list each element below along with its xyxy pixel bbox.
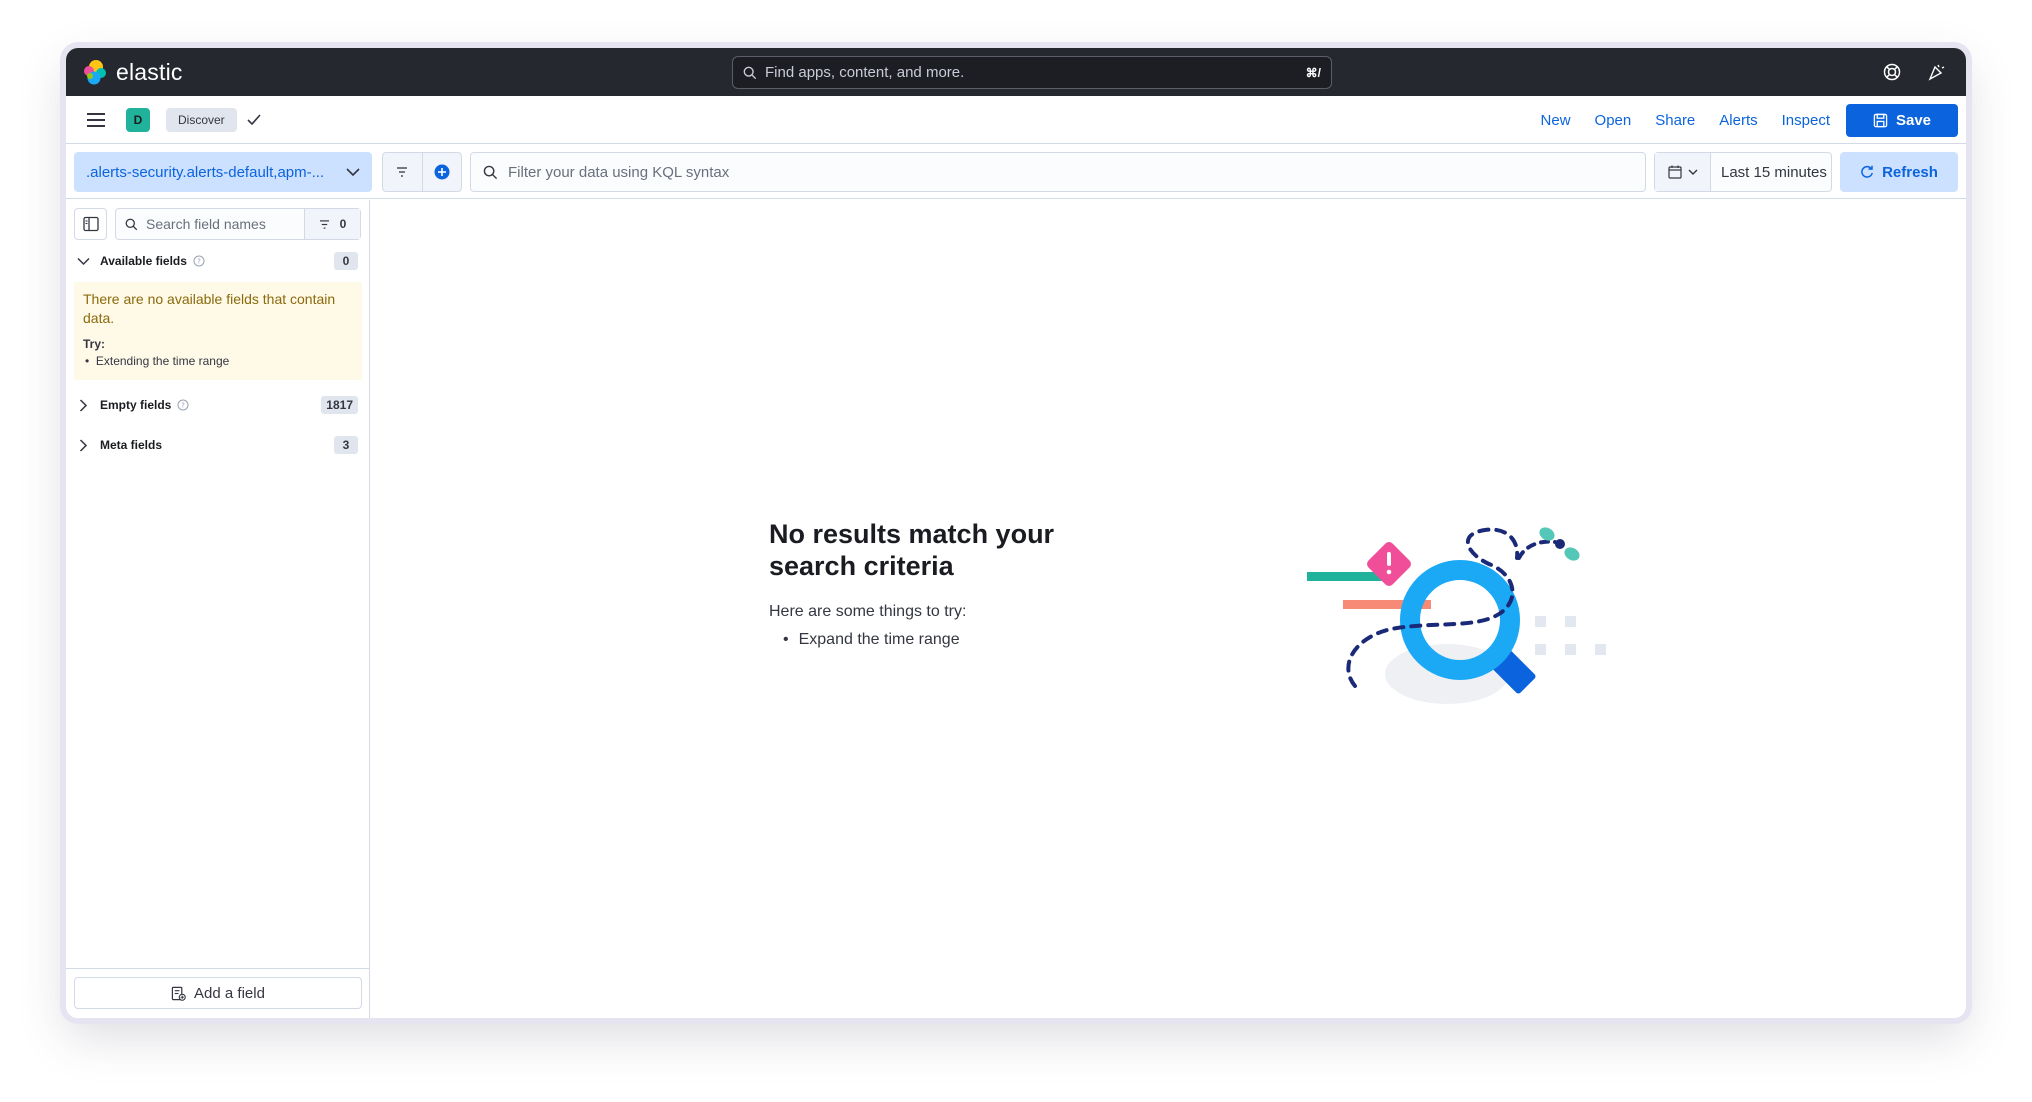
time-range-value: Last 15 minutes — [1721, 163, 1827, 181]
empty-state-title: No results match your search criteria — [769, 519, 1055, 581]
global-search-placeholder: Find apps, content, and more. — [765, 64, 965, 81]
refresh-label: Refresh — [1882, 163, 1938, 181]
query-bar: .alerts-security.alerts-default,apm-... … — [66, 145, 1966, 199]
svg-text:?: ? — [197, 258, 201, 266]
brand-name: elastic — [116, 58, 183, 85]
space-avatar[interactable]: D — [126, 107, 150, 132]
refresh-icon — [1861, 165, 1873, 178]
empty-state-tip: Expand the time range — [783, 631, 960, 649]
new-button[interactable]: New — [1541, 112, 1571, 129]
browser-window: elastic Find apps, content, and more. ⌘/… — [66, 48, 1966, 1018]
callout-try-label: Try: — [83, 337, 106, 351]
save-label: Save — [1895, 112, 1932, 129]
meta-fields-count: 3 — [334, 436, 358, 454]
search-icon — [743, 66, 757, 79]
available-fields-header[interactable]: Available fields ? 0 — [74, 248, 362, 274]
elastic-logo[interactable]: elastic — [82, 59, 183, 86]
empty-fields-title: Empty fields — [100, 398, 172, 412]
available-fields-count: 0 — [334, 252, 358, 270]
chevron-down-icon — [74, 252, 92, 270]
no-fields-callout: There are no available fields that conta… — [74, 282, 362, 380]
sidebar-toggle-icon — [82, 216, 99, 232]
kql-placeholder: Filter your data using KQL syntax — [508, 163, 730, 181]
chevron-down-icon — [1688, 169, 1697, 175]
inspect-button[interactable]: Inspect — [1782, 112, 1830, 129]
callout-tip-text: Extending the time range — [95, 354, 230, 368]
info-icon[interactable]: ? — [193, 255, 205, 267]
svg-text:?: ? — [182, 402, 186, 410]
info-icon[interactable]: ? — [177, 399, 189, 411]
field-type-filter-button[interactable]: 0 — [304, 209, 360, 239]
field-search-placeholder: Search field names — [146, 216, 266, 232]
help-icon[interactable] — [1880, 60, 1904, 84]
search-icon — [125, 218, 138, 230]
open-button[interactable]: Open — [1595, 112, 1632, 129]
calendar-icon — [1667, 165, 1682, 179]
available-fields-title: Available fields — [100, 254, 187, 268]
add-filter-button[interactable] — [421, 153, 462, 191]
filter-controls — [382, 152, 462, 192]
kql-search-input[interactable]: Filter your data using KQL syntax — [470, 152, 1646, 192]
filter-count: 0 — [339, 217, 347, 231]
no-results-illustration — [1307, 527, 1606, 704]
menu-icon[interactable] — [84, 108, 108, 132]
app-header: D Discover New Open Share Alerts Inspect… — [66, 96, 1966, 144]
quick-select-button[interactable] — [1655, 153, 1711, 191]
save-button[interactable]: Save — [1846, 104, 1958, 137]
sidebar-footer: Add a field — [66, 968, 370, 1018]
breadcrumb-discover[interactable]: Discover — [166, 107, 237, 132]
time-picker[interactable]: Last 15 minutes — [1654, 152, 1832, 192]
field-search-input[interactable]: Search field names 0 — [115, 208, 361, 240]
index-edit-icon — [171, 986, 186, 1001]
search-shortcut: ⌘/ — [1305, 65, 1321, 80]
refresh-button[interactable]: Refresh — [1840, 152, 1958, 192]
elastic-logo-icon — [82, 59, 108, 85]
filter-menu-button[interactable] — [383, 153, 422, 191]
callout-tip: • Extending the time range — [85, 354, 230, 368]
news-feed-icon[interactable] — [1924, 60, 1948, 84]
empty-fields-header[interactable]: Empty fields ? 1817 — [74, 392, 362, 418]
alerts-button[interactable]: Alerts — [1719, 112, 1757, 129]
meta-fields-title: Meta fields — [100, 438, 163, 452]
main-content: No results match your search criteria He… — [371, 200, 1966, 1018]
callout-message: There are no available fields that conta… — [83, 291, 336, 326]
field-list-sidebar: Search field names 0 Available fields ? … — [66, 200, 370, 1018]
chevron-down-icon — [346, 168, 360, 177]
checkmark-icon[interactable] — [247, 111, 265, 129]
filter-icon — [397, 167, 408, 177]
add-field-label: Add a field — [194, 984, 265, 1002]
global-search-input[interactable]: Find apps, content, and more. ⌘/ — [732, 56, 1332, 89]
meta-fields-header[interactable]: Meta fields 3 — [74, 432, 362, 458]
add-field-button[interactable]: Add a field — [74, 977, 362, 1009]
save-icon — [1873, 113, 1888, 128]
global-header: elastic Find apps, content, and more. ⌘/ — [66, 48, 1966, 96]
search-icon — [483, 165, 498, 179]
plus-in-circle-icon — [434, 164, 450, 180]
data-view-picker[interactable]: .alerts-security.alerts-default,apm-... — [74, 152, 372, 192]
chevron-right-icon — [74, 396, 92, 414]
data-view-label: .alerts-security.alerts-default,apm-... — [86, 163, 325, 181]
share-button[interactable]: Share — [1655, 112, 1695, 129]
chevron-right-icon — [74, 436, 92, 454]
empty-fields-count: 1817 — [321, 396, 358, 414]
filter-icon — [319, 219, 329, 229]
collapse-sidebar-button[interactable] — [74, 208, 107, 240]
empty-state-subtitle: Here are some things to try: — [769, 603, 967, 620]
